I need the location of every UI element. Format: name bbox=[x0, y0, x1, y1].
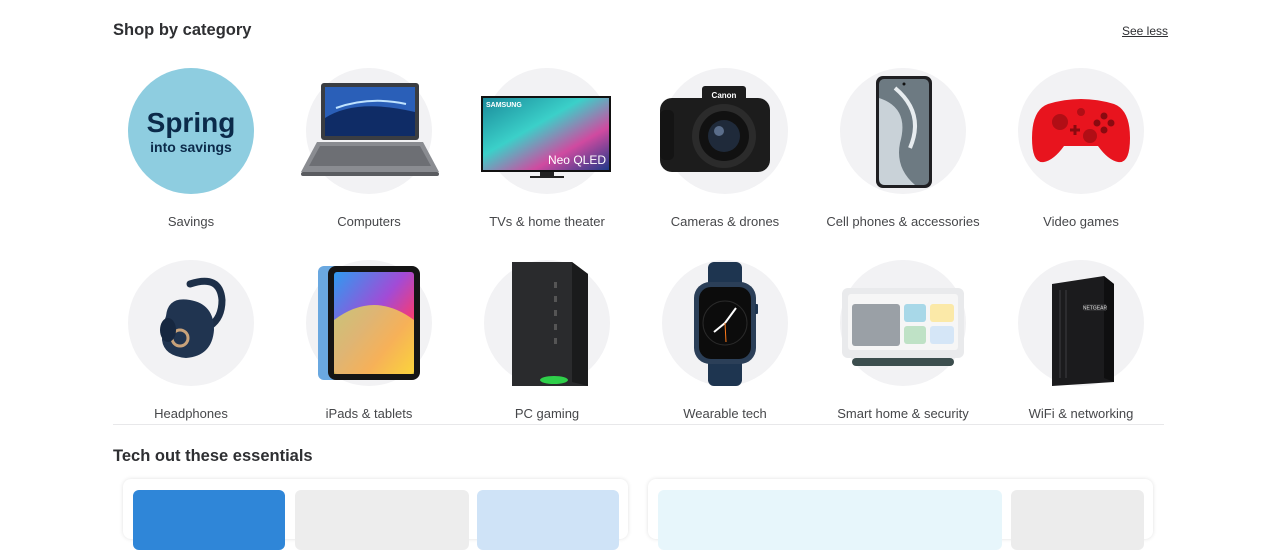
router-icon: NETGEAR bbox=[1018, 260, 1144, 386]
gaming-pc-icon bbox=[484, 260, 610, 386]
smartwatch-icon bbox=[662, 260, 788, 386]
essentials-tile[interactable] bbox=[133, 490, 285, 550]
category-label: WiFi & networking bbox=[1028, 406, 1134, 421]
shop-by-category-title: Shop by category bbox=[113, 21, 252, 39]
category-label: Headphones bbox=[154, 406, 228, 421]
game-controller-icon bbox=[1018, 68, 1144, 194]
router-brand: NETGEAR bbox=[1083, 306, 1108, 312]
category-label: Savings bbox=[167, 214, 215, 229]
phone-icon bbox=[840, 68, 966, 194]
section-divider bbox=[113, 424, 1164, 425]
category-ipads[interactable]: iPads & tablets bbox=[280, 252, 458, 427]
tech-essentials-title: Tech out these essentials bbox=[113, 447, 313, 465]
category-cameras[interactable]: Canon Cameras & drones bbox=[636, 60, 814, 235]
tv-screen-text: Neo QLED bbox=[548, 153, 606, 167]
essentials-tile[interactable] bbox=[295, 490, 469, 550]
category-label: Cell phones & accessories bbox=[826, 214, 980, 229]
see-less-link[interactable]: See less bbox=[1122, 24, 1168, 38]
laptop-icon bbox=[301, 68, 439, 194]
category-headphones[interactable]: Headphones bbox=[102, 252, 280, 427]
badge-line2: into savings bbox=[150, 139, 232, 155]
category-label: Smart home & security bbox=[837, 406, 969, 421]
category-label: Video games bbox=[1043, 214, 1119, 229]
category-wearable-tech[interactable]: Wearable tech bbox=[636, 252, 814, 427]
tablet-icon bbox=[306, 260, 432, 386]
essentials-tile[interactable] bbox=[1011, 490, 1144, 550]
category-cell-phones[interactable]: Cell phones & accessories bbox=[814, 60, 992, 235]
tv-brand: SAMSUNG bbox=[486, 102, 522, 109]
category-label: TVs & home theater bbox=[489, 214, 605, 229]
category-savings[interactable]: Spring into savings Savings bbox=[102, 60, 280, 235]
category-smart-home[interactable]: Smart home & security bbox=[814, 252, 992, 427]
tv-icon: SAMSUNG Neo QLED bbox=[481, 68, 611, 194]
camera-brand: Canon bbox=[712, 91, 737, 100]
camera-icon: Canon bbox=[660, 68, 788, 194]
category-label: iPads & tablets bbox=[325, 406, 413, 421]
category-pc-gaming[interactable]: PC gaming bbox=[458, 252, 636, 427]
category-tvs[interactable]: SAMSUNG Neo QLED TVs & home theater bbox=[458, 60, 636, 235]
category-label: Cameras & drones bbox=[670, 214, 780, 229]
essentials-card-left[interactable] bbox=[123, 479, 628, 550]
essentials-card-right[interactable] bbox=[648, 479, 1153, 550]
badge-line1: Spring bbox=[147, 107, 236, 138]
category-grid: Spring into savings Savings Computers SA… bbox=[102, 60, 1182, 430]
category-label: Computers bbox=[337, 214, 401, 229]
essentials-tile[interactable] bbox=[477, 490, 619, 550]
earbud-icon bbox=[128, 260, 254, 386]
category-video-games[interactable]: Video games bbox=[992, 60, 1170, 235]
essentials-tile[interactable] bbox=[658, 490, 1002, 550]
category-computers[interactable]: Computers bbox=[280, 60, 458, 235]
smart-display-icon bbox=[840, 260, 966, 386]
category-label: PC gaming bbox=[514, 406, 580, 421]
category-label: Wearable tech bbox=[683, 406, 767, 421]
category-wifi-networking[interactable]: NETGEAR WiFi & networking bbox=[992, 252, 1170, 427]
spring-savings-badge: Spring into savings bbox=[128, 68, 254, 194]
